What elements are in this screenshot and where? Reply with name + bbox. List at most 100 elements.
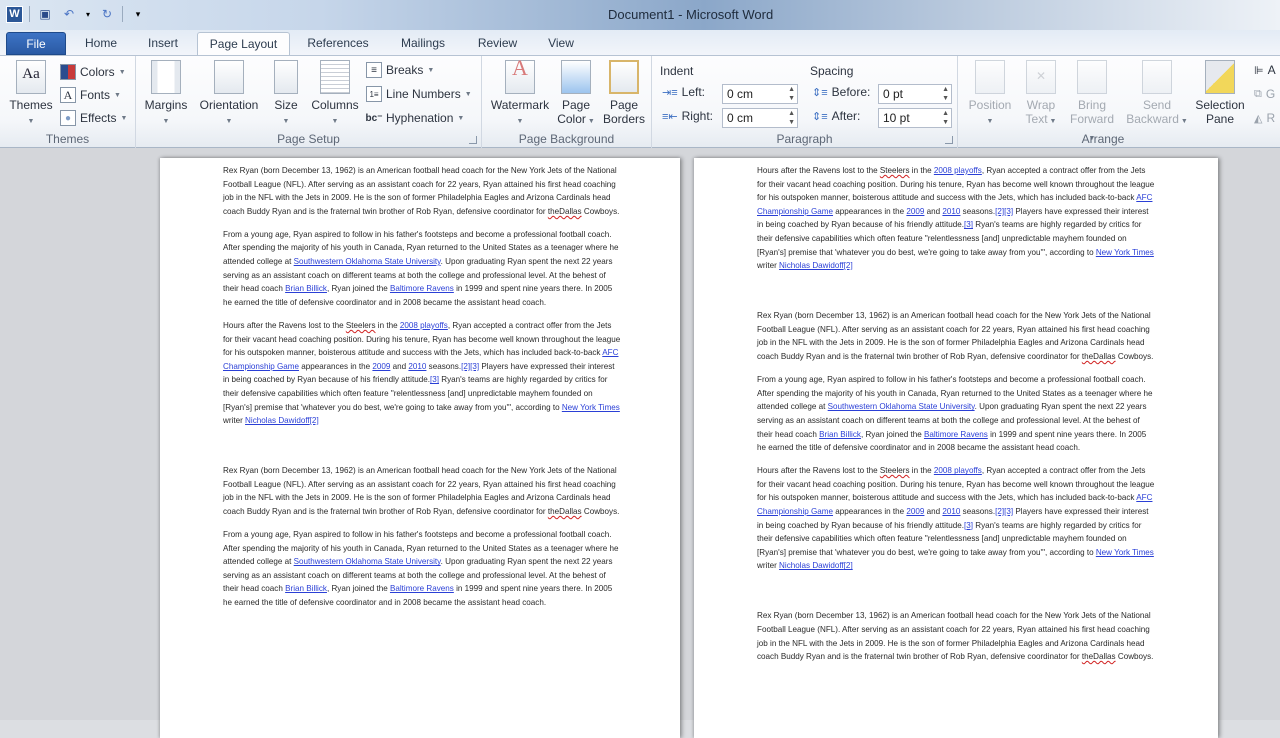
link[interactable]: [2][3] — [995, 207, 1013, 216]
link[interactable]: Baltimore Ravens — [390, 584, 454, 593]
paragraph[interactable]: From a young age, Ryan aspired to follow… — [757, 373, 1157, 455]
position-button[interactable]: Position ▼ — [966, 60, 1014, 129]
undo-dropdown-icon[interactable]: ▾ — [84, 5, 92, 23]
paragraph-group-label: Paragraph — [776, 132, 833, 146]
page-color-button[interactable]: Page Color ▼ — [556, 60, 596, 129]
link[interactable]: [2] — [844, 261, 853, 270]
link[interactable]: Nicholas Dawidoff — [779, 561, 844, 570]
watermark-button[interactable]: A Watermark ▼ — [488, 57, 552, 129]
link[interactable]: Southwestern Oklahoma State University — [294, 257, 441, 266]
tab-home[interactable]: Home — [76, 32, 126, 55]
page-setup-dialog-launcher[interactable] — [469, 136, 477, 144]
indent-left-input[interactable]: 0 cm ▲ ▼ — [722, 84, 798, 104]
tab-file[interactable]: File — [6, 32, 66, 55]
paragraph[interactable]: Hours after the Ravens lost to the Steel… — [223, 319, 623, 428]
spacing-after-input[interactable]: 10 pt ▲ ▼ — [878, 108, 952, 128]
qat-separator — [29, 6, 30, 22]
tab-view[interactable]: View — [538, 32, 584, 55]
link[interactable]: Southwestern Oklahoma State University — [828, 402, 975, 411]
link[interactable]: 2010 — [408, 362, 426, 371]
link[interactable]: 2009 — [372, 362, 390, 371]
tab-review[interactable]: Review — [470, 32, 525, 55]
breaks-button[interactable]: ≡ Breaks ▼ — [366, 60, 434, 80]
link[interactable]: 2009 — [906, 507, 924, 516]
link[interactable]: Nicholas Dawidoff — [779, 261, 844, 270]
page-borders-button[interactable]: Page Borders — [600, 60, 648, 126]
link[interactable]: 2008 playoffs — [934, 466, 982, 475]
link[interactable]: Baltimore Ravens — [390, 284, 454, 293]
link[interactable]: [3] — [430, 375, 439, 384]
ribbon-tabs: File Home Insert Page Layout References … — [0, 30, 1280, 55]
wrap-text-button[interactable]: ✕ Wrap Text ▼ — [1020, 60, 1062, 129]
tab-insert[interactable]: Insert — [138, 32, 188, 55]
page-2-text[interactable]: Hours after the Ravens lost to the Steel… — [757, 164, 1157, 673]
paragraph[interactable]: From a young age, Ryan aspired to follow… — [223, 528, 623, 610]
page-2[interactable]: Hours after the Ravens lost to the Steel… — [694, 158, 1218, 738]
hyphenation-button[interactable]: bc⁻ Hyphenation ▼ — [366, 108, 465, 128]
chevron-down-icon: ▼ — [516, 118, 524, 125]
line-numbers-button[interactable]: 1≡ Line Numbers ▼ — [366, 84, 472, 104]
fonts-button[interactable]: A Fonts ▼ — [60, 85, 121, 105]
spinner-arrows[interactable]: ▲ ▼ — [942, 109, 949, 127]
link[interactable]: [2] — [310, 416, 319, 425]
save-icon[interactable]: ▣ — [36, 5, 54, 23]
indent-right-icon: ≡⇤ — [662, 110, 678, 123]
link[interactable]: Brian Billick — [285, 584, 327, 593]
link[interactable]: [3] — [964, 521, 973, 530]
link[interactable]: [2][3] — [995, 507, 1013, 516]
effects-button[interactable]: ● Effects ▼ — [60, 108, 127, 128]
orientation-button[interactable]: Orientation ▼ — [194, 60, 264, 129]
link[interactable]: Southwestern Oklahoma State University — [294, 557, 441, 566]
link[interactable]: Brian Billick — [819, 430, 861, 439]
spinner-arrows[interactable]: ▲ ▼ — [788, 109, 795, 127]
redo-icon[interactable]: ↻ — [98, 5, 116, 23]
rotate-button[interactable]: ◭ R — [1254, 108, 1275, 128]
paragraph[interactable]: Rex Ryan (born December 13, 1962) is an … — [757, 309, 1157, 363]
paragraph[interactable]: Hours after the Ravens lost to the Steel… — [757, 164, 1157, 273]
link[interactable]: Nicholas Dawidoff — [245, 416, 310, 425]
link[interactable]: New York Times — [1096, 548, 1154, 557]
themes-group-label: Themes — [45, 132, 90, 146]
page-1-text[interactable]: Rex Ryan (born December 13, 1962) is an … — [223, 164, 623, 619]
tab-references[interactable]: References — [300, 32, 376, 55]
selection-pane-button[interactable]: Selection Pane — [1192, 60, 1248, 126]
link[interactable]: New York Times — [1096, 248, 1154, 257]
paragraph[interactable]: From a young age, Ryan aspired to follow… — [223, 228, 623, 310]
word-logo-icon[interactable]: W — [6, 5, 23, 23]
spinner-arrows[interactable]: ▲ ▼ — [942, 85, 949, 103]
link[interactable]: 2010 — [942, 507, 960, 516]
undo-icon[interactable]: ↶ — [60, 5, 78, 23]
link[interactable]: Baltimore Ravens — [924, 430, 988, 439]
themes-button[interactable]: Aa Themes ▼ — [8, 60, 54, 129]
link[interactable]: New York Times — [562, 403, 620, 412]
link[interactable]: Brian Billick — [285, 284, 327, 293]
page-1[interactable]: Rex Ryan (born December 13, 1962) is an … — [160, 158, 680, 738]
spacing-before-input[interactable]: 0 pt ▲ ▼ — [878, 84, 952, 104]
indent-title: Indent — [660, 64, 694, 78]
paragraph[interactable]: Rex Ryan (born December 13, 1962) is an … — [757, 609, 1157, 663]
spinner-arrows[interactable]: ▲ ▼ — [788, 85, 795, 103]
size-button[interactable]: Size ▼ — [268, 60, 304, 129]
colors-button[interactable]: Colors ▼ — [60, 62, 126, 82]
link[interactable]: 2008 playoffs — [934, 166, 982, 175]
columns-button[interactable]: Columns ▼ — [308, 60, 362, 129]
indent-right-input[interactable]: 0 cm ▲ ▼ — [722, 108, 798, 128]
tab-mailings[interactable]: Mailings — [390, 32, 456, 55]
margins-button[interactable]: Margins ▼ — [142, 60, 190, 129]
link[interactable]: 2009 — [906, 207, 924, 216]
document-area[interactable]: Rex Ryan (born December 13, 1962) is an … — [0, 148, 1280, 738]
link[interactable]: 2010 — [942, 207, 960, 216]
customize-qat-icon[interactable]: ▾ — [129, 5, 147, 23]
paragraph[interactable]: Hours after the Ravens lost to the Steel… — [757, 464, 1157, 573]
link[interactable]: [2][3] — [461, 362, 479, 371]
arrange-group-label: Arrange — [1081, 132, 1125, 146]
tab-page-layout[interactable]: Page Layout — [197, 32, 290, 55]
link[interactable]: [2] — [844, 561, 853, 570]
link[interactable]: [3] — [964, 220, 973, 229]
paragraph[interactable]: Rex Ryan (born December 13, 1962) is an … — [223, 464, 623, 518]
group-button[interactable]: ⧉ G — [1254, 84, 1275, 104]
paragraph[interactable]: Rex Ryan (born December 13, 1962) is an … — [223, 164, 623, 218]
link[interactable]: 2008 playoffs — [400, 321, 448, 330]
align-button[interactable]: ⊫ A — [1254, 60, 1276, 80]
send-backward-button[interactable]: Send Backward ▼ — [1126, 60, 1188, 129]
